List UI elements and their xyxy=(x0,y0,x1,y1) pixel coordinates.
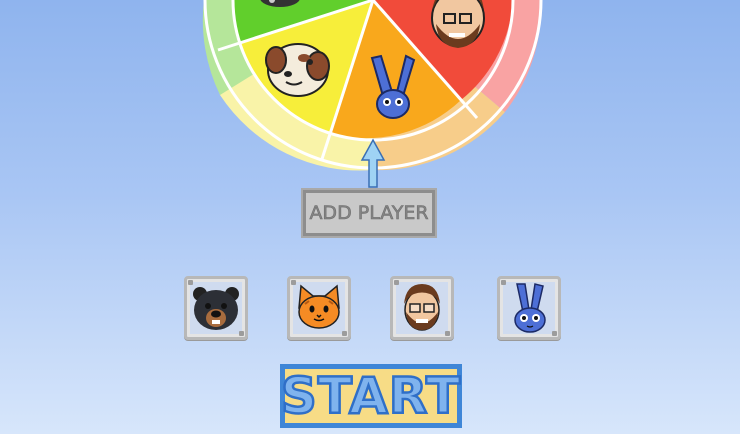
add-player-label: ADD PLAYER xyxy=(309,202,429,225)
player-slot-man[interactable] xyxy=(390,276,454,340)
start-label: START xyxy=(280,367,462,425)
add-player-button[interactable]: ADD PLAYER xyxy=(301,188,437,238)
man-icon xyxy=(404,284,440,331)
bear-icon xyxy=(193,287,239,330)
cat-icon xyxy=(298,284,340,329)
dog-face-icon xyxy=(265,43,330,97)
player-slot-bunny[interactable] xyxy=(497,276,561,340)
player-slot-cat[interactable] xyxy=(287,276,351,340)
player-slot-bear[interactable] xyxy=(184,276,248,340)
bunny-icon xyxy=(514,283,546,333)
start-button[interactable]: START xyxy=(280,364,462,428)
